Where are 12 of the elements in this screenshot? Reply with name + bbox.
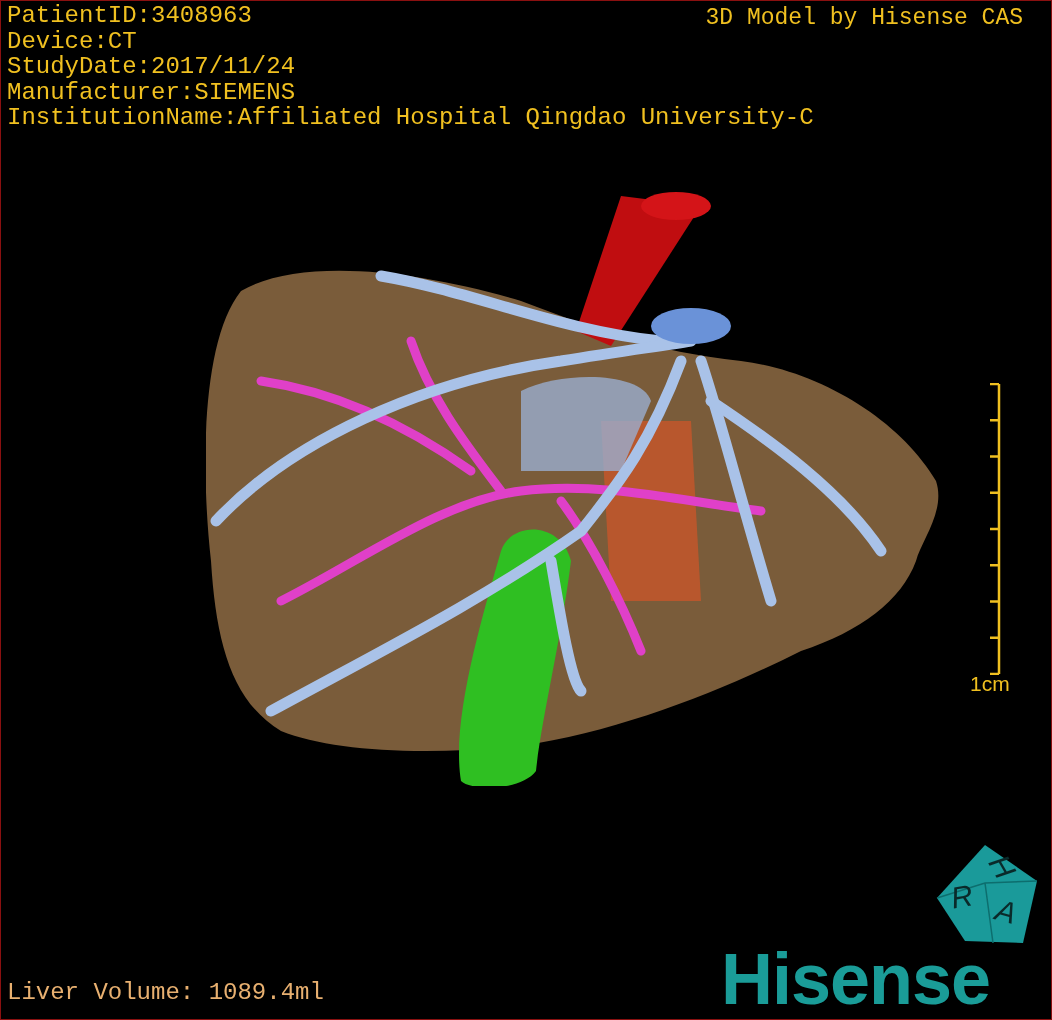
study-info-text: Manufacturer:SIEMENS bbox=[7, 79, 296, 105]
study-info-text: PatientID:3408963 bbox=[7, 3, 252, 29]
liver-volume-text: Liver Volume: 1089.4ml bbox=[7, 979, 324, 1007]
study-info-text: Device:CT bbox=[7, 28, 137, 54]
credit-text: 3D Model by Hisense CAS bbox=[705, 5, 1023, 31]
cube-face-label: R bbox=[948, 879, 976, 915]
cube-face-label: A bbox=[992, 893, 1020, 931]
logo-text: Hisense bbox=[721, 939, 991, 1019]
study-info-text: InstitutionName:Affiliated Hospital Qingdao University-C bbox=[7, 105, 814, 131]
cube-face-label: H bbox=[982, 849, 1022, 885]
scale-label: 1cm bbox=[970, 672, 1010, 696]
study-info-text: StudyDate:2017/11/24 bbox=[7, 54, 296, 80]
